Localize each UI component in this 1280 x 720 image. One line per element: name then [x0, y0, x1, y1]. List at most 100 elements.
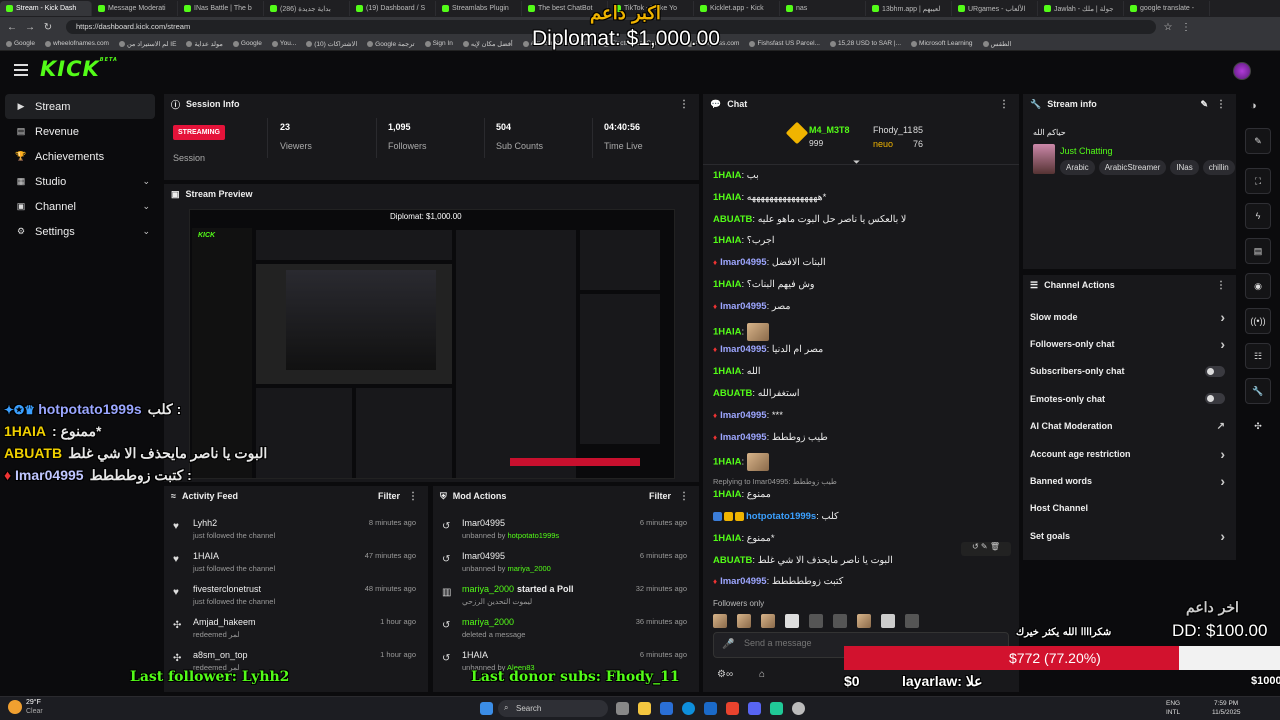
- edit-icon[interactable]: ✎: [1200, 99, 1208, 110]
- chat-username[interactable]: hotpotato1999s: [746, 511, 816, 522]
- channel-action-subscribers-only-chat[interactable]: Subscribers-only chat: [1030, 358, 1225, 385]
- toggle-switch[interactable]: [1205, 365, 1225, 377]
- reload-icon[interactable]: ↻: [42, 22, 54, 33]
- chat-message[interactable]: ♦ Imar04995: ***: [713, 410, 783, 421]
- chat-bubble-icon[interactable]: ◉: [1245, 273, 1271, 299]
- bookmark-item[interactable]: Google: [6, 40, 35, 47]
- toggle-switch[interactable]: [1205, 393, 1225, 405]
- mod-desc-user[interactable]: hotpotato1999s: [507, 531, 559, 540]
- bookmark-item[interactable]: مولد عداية: [186, 40, 223, 48]
- sidebar-item-studio[interactable]: ▦ Studio ⌄: [0, 169, 160, 194]
- mod-action-user[interactable]: 1HAIA: [462, 650, 488, 660]
- mod-action-user[interactable]: Imar04995: [462, 518, 505, 528]
- star-icon[interactable]: ☆: [1162, 22, 1174, 33]
- sidebar-item-revenue[interactable]: ▤ Revenue: [0, 119, 160, 144]
- edge-icon[interactable]: [682, 702, 695, 715]
- mod-filter-button[interactable]: Filter: [649, 491, 671, 501]
- more-icon[interactable]: ⋮: [408, 491, 418, 502]
- mod-action-user[interactable]: mariya_2000: [462, 617, 514, 627]
- browser-tab[interactable]: URgames - الألعاب: [952, 1, 1038, 16]
- chat-message[interactable]: ♦ Imar04995: كتبت زوططططط: [713, 576, 843, 587]
- chat-message[interactable]: ♦ Imar04995: مصر: [713, 301, 790, 312]
- bookmark-item[interactable]: الطقس: [982, 40, 1011, 48]
- bookmark-item[interactable]: You...: [271, 40, 296, 47]
- bookmark-item[interactable]: Fishsfast US Parcel...: [749, 40, 820, 47]
- chat-message[interactable]: 1HAIA: اجرب؟: [713, 235, 775, 246]
- broadcast-icon[interactable]: ((•)): [1245, 308, 1271, 334]
- menu-icon[interactable]: [14, 64, 28, 76]
- browser-tab[interactable]: (286) بداية جديدة: [264, 1, 350, 16]
- bookmark-item[interactable]: 15,28 USD to SAR |...: [829, 40, 901, 47]
- more-icon[interactable]: ⋮: [1216, 280, 1226, 291]
- chat-username[interactable]: ABUATB: [713, 388, 752, 399]
- category-link[interactable]: Just Chatting: [1060, 146, 1113, 156]
- channel-action-emotes-only-chat[interactable]: Emotes-only chat: [1030, 385, 1225, 412]
- chat-message[interactable]: ♦ Imar04995: طيب زوططط: [713, 432, 828, 443]
- chat-username[interactable]: 1HAIA: [713, 366, 742, 377]
- tools-icon[interactable]: 🔧: [1245, 378, 1271, 404]
- chat-username[interactable]: 1HAIA: [713, 489, 742, 500]
- browser-tab[interactable]: INas Battle | The b: [178, 1, 264, 16]
- chat-message[interactable]: ABUATB: البوت يا ناصر مايحذف الا شي غلط: [713, 555, 893, 566]
- chat-message[interactable]: 1HAIA:: [713, 453, 769, 472]
- chat-message[interactable]: 1HAIA: وش فيهم البنات؟: [713, 279, 815, 290]
- chat-username[interactable]: Imar04995: [720, 301, 766, 312]
- bookmark-item[interactable]: (10) الاشتراكات: [306, 40, 357, 48]
- discord-icon[interactable]: [748, 702, 761, 715]
- emote-picker-icon[interactable]: ⚙∞: [717, 669, 733, 680]
- chat-username[interactable]: 1HAIA: [713, 326, 742, 337]
- mod-action-user[interactable]: Imar04995: [462, 551, 505, 561]
- store-icon[interactable]: [660, 702, 673, 715]
- channel-action-banned-words[interactable]: Banned words ›: [1030, 467, 1225, 494]
- mod-desc-user[interactable]: mariya_2000: [507, 564, 550, 573]
- chat-message[interactable]: ABUATB: لا بالعكس يا ناصر حل البوت ماهو …: [713, 214, 906, 225]
- language-indicator[interactable]: ENG: [1166, 700, 1180, 707]
- chat-message[interactable]: 1HAIA: الله: [713, 366, 761, 377]
- theme-icon[interactable]: ◑: [1250, 100, 1257, 112]
- chat-username[interactable]: Imar04995: [720, 432, 766, 443]
- avatar[interactable]: [1233, 62, 1251, 80]
- browser-tab[interactable]: google translate -: [1124, 1, 1210, 16]
- browser-tab[interactable]: 13bhm.app | لعيبهم: [866, 1, 952, 16]
- notes-icon[interactable]: ▤: [1245, 238, 1271, 264]
- sidebar-item-channel[interactable]: ▣ Channel ⌄: [0, 194, 160, 219]
- chat-username[interactable]: 1HAIA: [713, 235, 742, 246]
- bookmark-item[interactable]: wheelofnames.com: [44, 40, 109, 47]
- activity-user[interactable]: a8sm_on_top: [193, 650, 248, 660]
- browser-tab[interactable]: nas: [780, 1, 866, 16]
- browser-tab[interactable]: Jawlah - جولة | ملك: [1038, 1, 1124, 16]
- browser-tab[interactable]: Streamlabs Plugin: [436, 1, 522, 16]
- chat-message[interactable]: ♦ Imar04995: البنات الافضل: [713, 257, 826, 268]
- bookmark-item[interactable]: لم الاستيراد من IE: [118, 40, 176, 48]
- collapse-icon[interactable]: ⏷: [853, 157, 860, 168]
- bookmark-item[interactable]: Google ترجمة: [367, 40, 415, 48]
- chat-username[interactable]: ABUATB: [713, 555, 752, 566]
- channel-action-set-goals[interactable]: Set goals ›: [1030, 522, 1225, 549]
- back-icon[interactable]: ←: [6, 22, 18, 33]
- message-actions[interactable]: ↺ ✎ 🗑: [961, 542, 1011, 556]
- edit-layout-icon[interactable]: ✎: [1245, 128, 1271, 154]
- gift-icon[interactable]: ⌂: [759, 669, 765, 680]
- chat-username[interactable]: Imar04995: [720, 344, 766, 355]
- chat-message[interactable]: 1HAIA: بب: [713, 170, 759, 181]
- sidebar-item-stream[interactable]: ▶ Stream: [5, 94, 155, 119]
- stream-preview-video[interactable]: Diplomat: $1,000.00 KICK: [189, 209, 675, 479]
- language-variant[interactable]: INTL: [1166, 709, 1180, 716]
- bookmark-item[interactable]: Sign In: [424, 40, 453, 47]
- stream-tag[interactable]: Arabic: [1060, 160, 1095, 175]
- search-box[interactable]: ⌕ Search: [498, 700, 608, 717]
- browser-tab[interactable]: (19) Dashboard / S: [350, 1, 436, 16]
- channel-action-account-age-restriction[interactable]: Account age restriction ›: [1030, 440, 1225, 467]
- chat-message[interactable]: ♦ Imar04995: مصر ام الدنيا: [713, 344, 823, 355]
- sidebar-item-settings[interactable]: ⚙ Settings ⌄: [0, 219, 160, 244]
- stream-tag[interactable]: INas: [1170, 160, 1199, 175]
- chevron-down-icon[interactable]: ⌄: [142, 176, 150, 187]
- activity-user[interactable]: Amjad_hakeem: [193, 617, 256, 627]
- chat-username[interactable]: Imar04995: [720, 410, 766, 421]
- sidebar-item-achievements[interactable]: 🏆 Achievements: [0, 144, 160, 169]
- chat-message[interactable]: 1HAIA: ممنوع: [713, 489, 771, 500]
- task-view-icon[interactable]: [616, 702, 629, 715]
- brave-icon[interactable]: [726, 702, 739, 715]
- mod-action-user[interactable]: mariya_2000 started a Poll: [462, 584, 574, 594]
- clock-date[interactable]: 11/5/2025: [1212, 709, 1240, 716]
